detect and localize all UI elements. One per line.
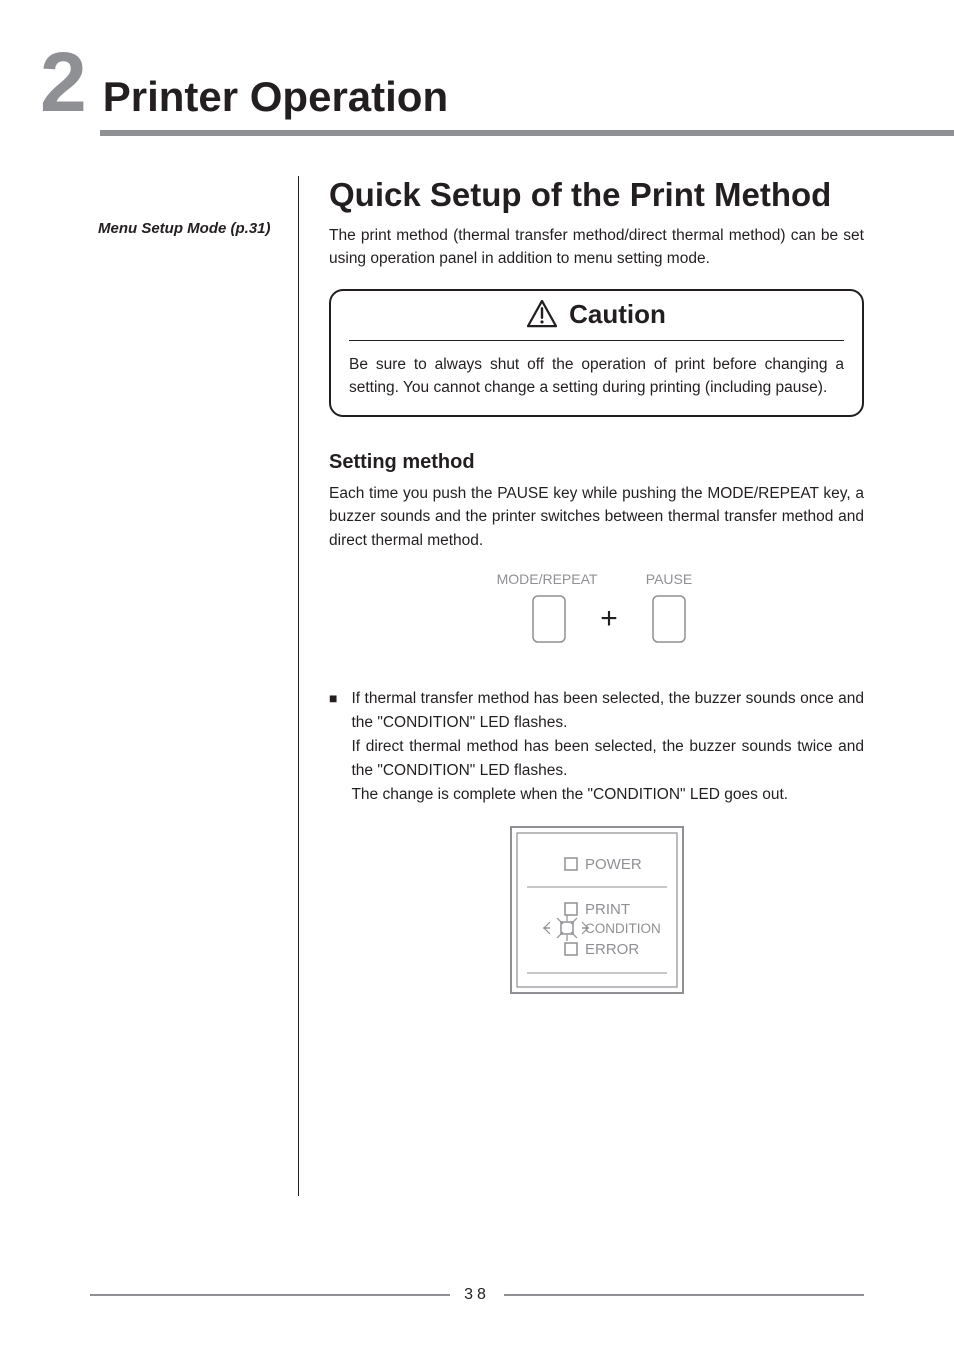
pause-key-icon <box>653 596 685 642</box>
keys-figure: MODE/REPEAT PAUSE + <box>477 570 717 665</box>
footer: 38 <box>90 1286 864 1304</box>
error-led-label: ERROR <box>585 941 639 958</box>
page-number: 38 <box>464 1286 490 1304</box>
header-rule <box>100 130 954 136</box>
bullet-body: If thermal transfer method has been sele… <box>351 687 864 807</box>
key-label-left: MODE/REPEAT <box>496 571 597 587</box>
main-column: Quick Setup of the Print Method The prin… <box>298 176 864 1196</box>
footer-line-right <box>504 1294 864 1296</box>
sidebar-note: Menu Setup Mode (p.31) <box>98 220 274 237</box>
setting-intro: Each time you push the PAUSE key while p… <box>329 482 864 552</box>
print-led-icon <box>565 903 577 915</box>
condition-led-label: CONDITION <box>585 921 661 936</box>
manual-page: 2 Printer Operation Menu Setup Mode (p.3… <box>0 0 954 1348</box>
warning-icon <box>527 300 557 328</box>
sidebar: Menu Setup Mode (p.31) <box>40 176 298 1196</box>
bullet-line-2: If direct thermal method has been select… <box>351 735 864 783</box>
bullet-item: ■ If thermal transfer method has been se… <box>329 687 864 807</box>
section-intro: The print method (thermal transfer metho… <box>329 224 864 271</box>
caution-header: Caution <box>349 291 844 341</box>
error-led-icon <box>565 943 577 955</box>
mode-repeat-key-icon <box>533 596 565 642</box>
key-label-right: PAUSE <box>645 571 691 587</box>
power-led-icon <box>565 858 577 870</box>
bullet-line-3: The change is complete when the "CONDITI… <box>351 783 864 807</box>
setting-title: Setting method <box>329 451 864 474</box>
print-led-label: PRINT <box>585 901 630 918</box>
plus-symbol: + <box>600 602 618 635</box>
caution-title: Caution <box>569 299 666 330</box>
bullet-mark-icon: ■ <box>329 687 337 807</box>
chapter-number: 2 <box>40 40 85 124</box>
chapter-title: Printer Operation <box>103 76 448 118</box>
caution-box: Caution Be sure to always shut off the o… <box>329 289 864 418</box>
led-panel-figure: POWER PRINT <box>509 825 685 1000</box>
footer-line-left <box>90 1294 450 1296</box>
chapter-header: 2 Printer Operation <box>40 40 864 124</box>
caution-body: Be sure to always shut off the operation… <box>331 341 862 416</box>
bullet-line-1: If thermal transfer method has been sele… <box>351 687 864 735</box>
section-title: Quick Setup of the Print Method <box>329 176 864 214</box>
power-led-label: POWER <box>585 856 642 873</box>
content-row: Menu Setup Mode (p.31) Quick Setup of th… <box>40 176 864 1196</box>
condition-led-flash-icon <box>544 915 588 941</box>
